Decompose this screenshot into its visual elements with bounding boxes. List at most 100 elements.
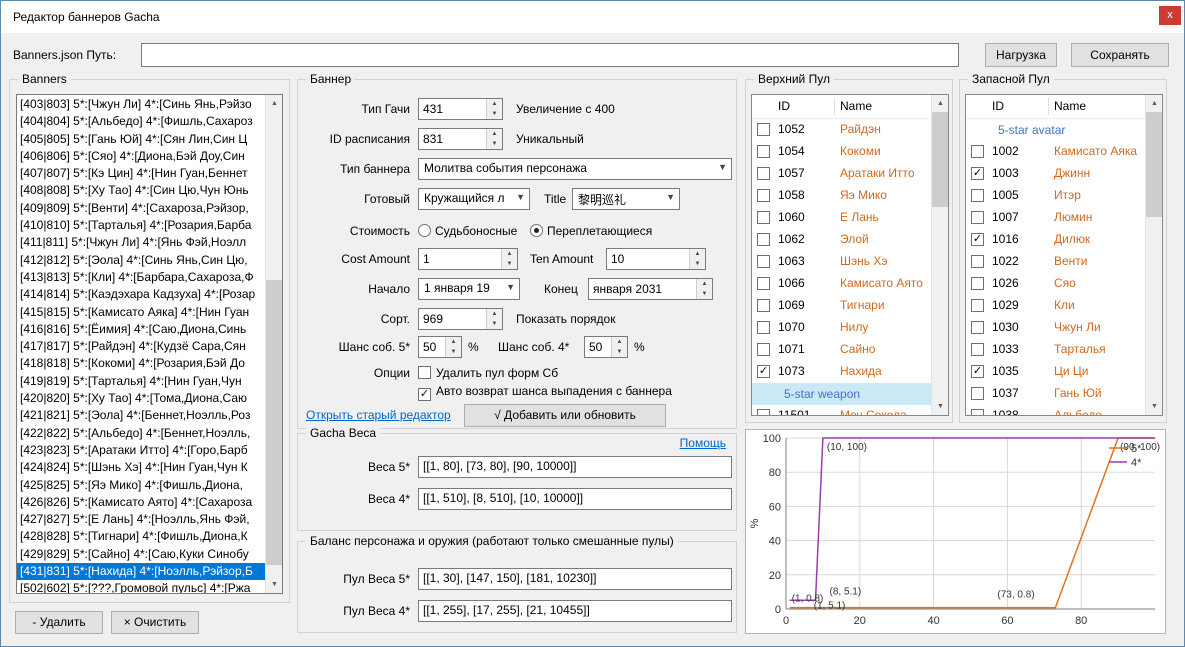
banner-list-item[interactable]: [502|602] 5*:[???,Громовой пульс] 4*:[Рж… <box>17 580 265 593</box>
event-chance-4-input[interactable]: 50 ▲▼ <box>584 336 628 358</box>
pool-section-row[interactable]: 5-star avatar <box>966 119 1145 141</box>
add-or-update-button[interactable]: √ Добавить или обновить <box>464 404 666 427</box>
banners-scrollbar[interactable]: ▲ ▼ <box>265 95 282 593</box>
pool-section-row[interactable]: 5-star weapon <box>752 383 931 405</box>
column-header-id[interactable]: ID <box>992 99 1004 113</box>
checkbox-icon[interactable] <box>757 343 770 356</box>
checkbox-icon[interactable] <box>757 277 770 290</box>
pool-row[interactable]: 1071Сайно <box>752 339 931 361</box>
banner-list-item[interactable]: [413|813] 5*:[Кли] 4*:[Барбара,Сахароза,… <box>17 269 265 286</box>
scroll-thumb[interactable] <box>1146 112 1163 217</box>
column-header-name[interactable]: Name <box>840 99 872 113</box>
pool-row[interactable]: 1052Райдэн <box>752 119 931 141</box>
scroll-up-icon[interactable]: ▲ <box>1146 95 1163 112</box>
schedule-id-input[interactable]: 831 ▲▼ <box>418 128 503 150</box>
clear-banners-button[interactable]: × Очистить <box>111 611 199 634</box>
pool-row[interactable]: 1037Гань Юй <box>966 383 1145 405</box>
pool-row[interactable]: ✓1073Нахида <box>752 361 931 383</box>
checkbox-icon[interactable] <box>757 167 770 180</box>
pool-row[interactable]: 1038Альбедо <box>966 405 1145 416</box>
spinner-icon[interactable]: ▲▼ <box>486 99 502 119</box>
banner-list-item[interactable]: [422|822] 5*:[Альбедо] 4*:[Беннет,Ноэлль… <box>17 425 265 442</box>
checkbox-icon[interactable] <box>757 409 770 416</box>
banner-list-item[interactable]: [431|831] 5*:[Нахида] 4*:[Ноэлль,Рэйзор,… <box>17 563 265 580</box>
pool-weights-4-input[interactable]: [[1, 255], [17, 255], [21, 10455]] <box>418 600 732 622</box>
banner-list-item[interactable]: [419|819] 5*:[Тарталья] 4*:[Нин Гуан,Чун <box>17 373 265 390</box>
scroll-down-icon[interactable]: ▼ <box>932 398 949 415</box>
close-button[interactable]: x <box>1159 6 1181 25</box>
banner-list-item[interactable]: [427|827] 5*:[Е Лань] 4*:[Ноэлль,Янь Фэй… <box>17 511 265 528</box>
option-remove-checkbox[interactable]: Удалить пул форм Сб <box>418 364 558 382</box>
weights-5-input[interactable]: [[1, 80], [73, 80], [90, 10000]] <box>418 456 732 478</box>
save-button[interactable]: Сохранять <box>1071 43 1169 67</box>
pool-row[interactable]: 1054Кокоми <box>752 141 931 163</box>
scroll-up-icon[interactable]: ▲ <box>932 95 949 112</box>
upper-pool-scrollbar[interactable]: ▲ ▼ <box>931 95 948 415</box>
pool-weights-5-input[interactable]: [[1, 30], [147, 150], [181, 10230]] <box>418 568 732 590</box>
banner-list-item[interactable]: [409|809] 5*:[Венти] 4*:[Сахароза,Рэйзор… <box>17 200 265 217</box>
checkbox-icon[interactable] <box>757 321 770 334</box>
banner-list-item[interactable]: [403|803] 5*:[Чжун Ли] 4*:[Синь Янь,Рэйз… <box>17 96 265 113</box>
checkbox-icon[interactable] <box>971 145 984 158</box>
scroll-thumb[interactable] <box>266 280 283 565</box>
scroll-up-icon[interactable]: ▲ <box>266 95 283 112</box>
banner-list-item[interactable]: [424|824] 5*:[Шэнь Хэ] 4*:[Нин Гуан,Чун … <box>17 459 265 476</box>
banner-list-item[interactable]: [423|823] 5*:[Аратаки Итто] 4*:[Горо,Бар… <box>17 442 265 459</box>
cost-radio-acquaint[interactable]: Судьбоносные <box>418 220 517 242</box>
pool-row[interactable]: 1063Шэнь Хэ <box>752 251 931 273</box>
scroll-down-icon[interactable]: ▼ <box>266 576 283 593</box>
checkbox-checked-icon[interactable]: ✓ <box>971 365 984 378</box>
spinner-icon[interactable]: ▲▼ <box>486 129 502 149</box>
pool-row[interactable]: 1070Нилу <box>752 317 931 339</box>
spinner-icon[interactable]: ▲▼ <box>689 249 705 269</box>
banner-list-item[interactable]: [411|811] 5*:[Чжун Ли] 4*:[Янь Фэй,Ноэлл <box>17 234 265 251</box>
end-date-picker[interactable]: января 2031 ▲▼ <box>588 278 713 300</box>
weights-4-input[interactable]: [[1, 510], [8, 510], [10, 10000]] <box>418 488 732 510</box>
banner-list-item[interactable]: [407|807] 5*:[Кэ Цин] 4*:[Нин Гуан,Бенне… <box>17 165 265 182</box>
checkbox-icon[interactable] <box>971 255 984 268</box>
banner-list-item[interactable]: [416|816] 5*:[Ёимия] 4*:[Саю,Диона,Синь <box>17 321 265 338</box>
pool-row[interactable]: ✓1035Ци Ци <box>966 361 1145 383</box>
reserve-pool-scrollbar[interactable]: ▲ ▼ <box>1145 95 1162 415</box>
path-input[interactable] <box>141 43 959 67</box>
open-old-editor-link[interactable]: Открыть старый редактор <box>306 404 451 426</box>
pool-row[interactable]: 1026Сяо <box>966 273 1145 295</box>
ten-amount-input[interactable]: 10 ▲▼ <box>606 248 706 270</box>
scroll-thumb[interactable] <box>932 112 949 207</box>
load-button[interactable]: Нагрузка <box>985 43 1057 67</box>
checkbox-icon[interactable] <box>971 321 984 334</box>
spinner-icon[interactable]: ▲▼ <box>696 279 712 299</box>
spinner-icon[interactable]: ▲▼ <box>445 337 461 357</box>
banner-list-item[interactable]: [415|815] 5*:[Камисато Аяка] 4*:[Нин Гуа… <box>17 304 265 321</box>
pool-row[interactable]: 1060Е Лань <box>752 207 931 229</box>
pool-row[interactable]: 1030Чжун Ли <box>966 317 1145 339</box>
banner-list-item[interactable]: [410|810] 5*:[Тарталья] 4*:[Розария,Барб… <box>17 217 265 234</box>
banner-list-item[interactable]: [405|805] 5*:[Гань Юй] 4*:[Сян Лин,Син Ц <box>17 131 265 148</box>
pool-row[interactable]: 1022Венти <box>966 251 1145 273</box>
banner-list-item[interactable]: [428|828] 5*:[Тигнари] 4*:[Фишль,Диона,К <box>17 528 265 545</box>
banner-list-item[interactable]: [418|818] 5*:[Кокоми] 4*:[Розария,Бэй До <box>17 355 265 372</box>
spinner-icon[interactable]: ▲▼ <box>611 337 627 357</box>
pool-row[interactable]: 1058Яэ Мико <box>752 185 931 207</box>
scroll-down-icon[interactable]: ▼ <box>1146 398 1163 415</box>
help-link[interactable]: Помощь <box>680 436 726 450</box>
spinner-icon[interactable]: ▲▼ <box>501 249 517 269</box>
checkbox-icon[interactable] <box>971 277 984 290</box>
cost-radio-intertwined[interactable]: Переплетающиеся <box>530 220 652 242</box>
delete-banner-button[interactable]: - Удалить <box>15 611 103 634</box>
pool-row[interactable]: ✓1003Джинн <box>966 163 1145 185</box>
pool-row[interactable]: 11501Меч Сокола <box>752 405 931 416</box>
pool-row[interactable]: 1062Элой <box>752 229 931 251</box>
checkbox-icon[interactable] <box>757 233 770 246</box>
pool-row[interactable]: 1057Аратаки Итто <box>752 163 931 185</box>
event-chance-5-input[interactable]: 50 ▲▼ <box>418 336 462 358</box>
banner-list-item[interactable]: [408|808] 5*:[Ху Тао] 4*:[Син Цю,Чун Юнь <box>17 182 265 199</box>
checkbox-icon[interactable] <box>757 145 770 158</box>
checkbox-icon[interactable] <box>971 189 984 202</box>
checkbox-icon[interactable] <box>757 299 770 312</box>
checkbox-icon[interactable] <box>971 409 984 416</box>
pool-row[interactable]: 1066Камисато Аято <box>752 273 931 295</box>
title-select[interactable]: 黎明巡礼 ▼ <box>572 188 680 210</box>
spinner-icon[interactable]: ▲▼ <box>486 309 502 329</box>
banner-list-item[interactable]: [421|821] 5*:[Эола] 4*:[Беннет,Ноэлль,Ро… <box>17 407 265 424</box>
